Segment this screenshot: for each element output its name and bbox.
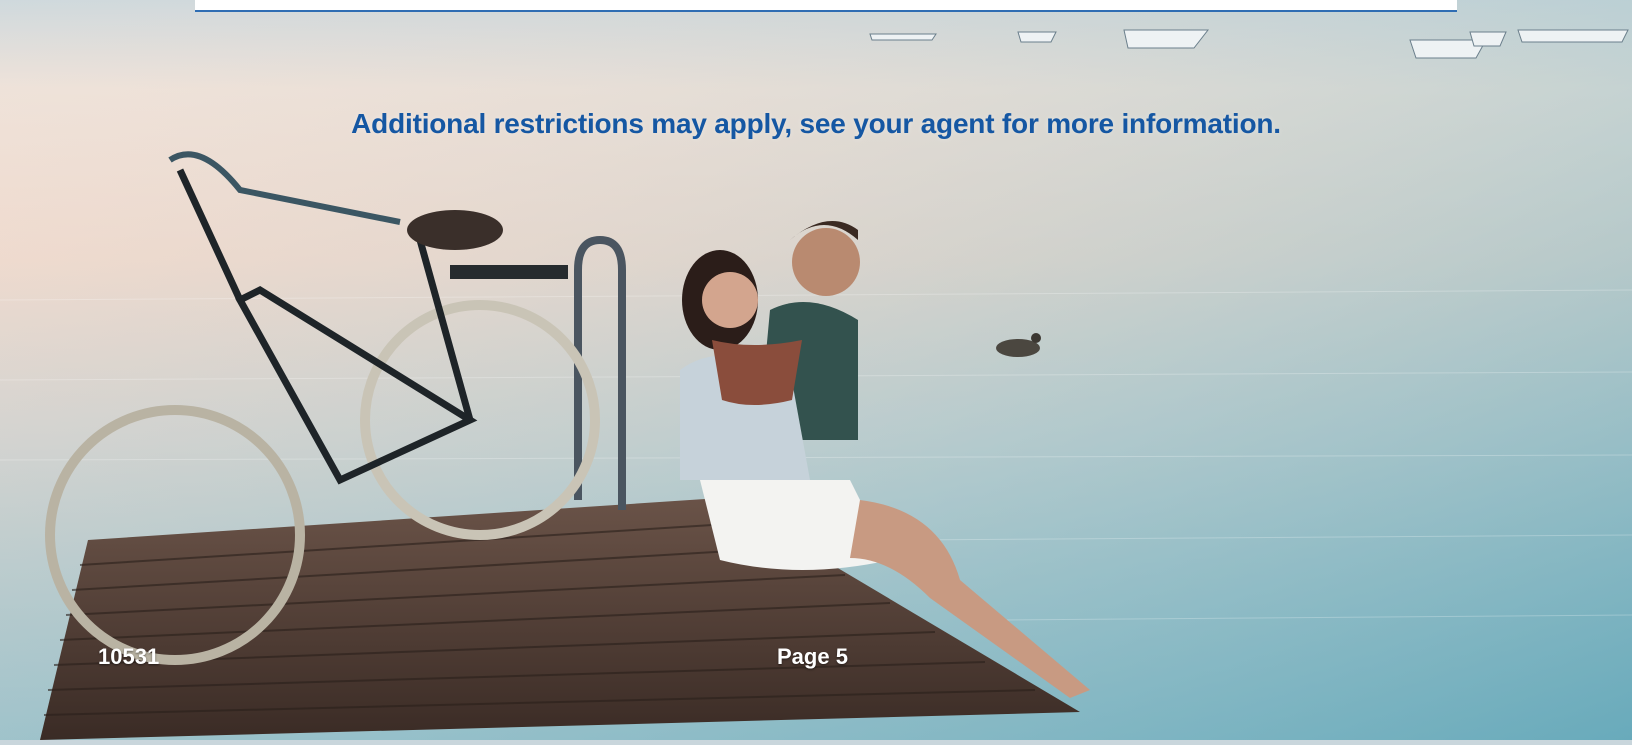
restrictions-notice: Additional restrictions may apply, see y… (351, 108, 1281, 139)
header-panel (195, 0, 1457, 12)
document-number: 10531 (98, 644, 160, 669)
page-number: Page 5 (777, 644, 848, 669)
